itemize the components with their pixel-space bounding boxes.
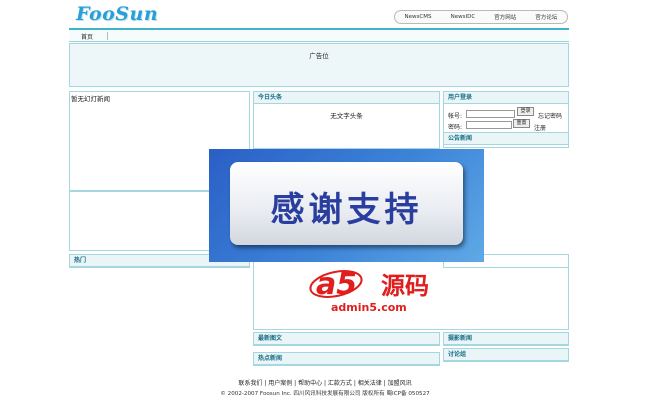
nav-home-link[interactable]: 首页 xyxy=(81,32,93,41)
forum-panel: 讨论组 xyxy=(443,348,569,362)
pic-news-title: 最新图文 xyxy=(254,333,439,345)
thanks-banner-text: 感谢支持 xyxy=(270,190,423,230)
login-title: 用户登录 xyxy=(444,92,568,104)
top-links: NewsCMS NewsIDC 官方网站 官方论坛 xyxy=(394,10,568,24)
account-input[interactable] xyxy=(466,110,515,118)
thanks-banner-plate: 感谢支持 xyxy=(230,162,463,245)
password-label: 密码: xyxy=(448,124,463,131)
forgot-password-link[interactable]: 忘记密码 xyxy=(538,111,562,120)
hot-news-title: 热点新闻 xyxy=(254,353,439,365)
reset-button[interactable]: 重置 xyxy=(513,119,530,128)
top-link-official-site[interactable]: 官方网站 xyxy=(490,13,520,21)
login-button[interactable]: 登录 xyxy=(517,107,534,116)
thanks-banner: 感谢支持 xyxy=(209,149,484,262)
a5-watermark-logo: a5 源码 admin5.com xyxy=(305,262,445,316)
footer-links[interactable]: 联系我们 | 用户案例 | 帮助中心 | 汇款方式 | 相关法律 | 加盟风讯 xyxy=(0,378,650,387)
a5-logo-cn: 源码 xyxy=(381,272,429,300)
forum-title: 讨论组 xyxy=(444,349,568,361)
slide-news-empty: 暂无幻灯新闻 xyxy=(71,95,110,103)
register-link[interactable]: 注册 xyxy=(534,123,546,132)
photo-news-panel: 摄影新闻 xyxy=(443,332,569,346)
nav-divider xyxy=(107,32,108,40)
foosun-logo[interactable]: FooSun xyxy=(76,3,158,25)
password-input[interactable] xyxy=(466,121,512,129)
a5-logo-url: admin5.com xyxy=(331,301,407,314)
notice-title: 公告新闻 xyxy=(444,132,568,145)
headline-title: 今日头条 xyxy=(254,92,439,104)
top-link-newsidc[interactable]: NewsIDC xyxy=(447,14,480,20)
ad-banner[interactable]: 广告位 xyxy=(69,43,569,87)
nav-bar: 首页 xyxy=(69,28,569,42)
hot-news-panel: 热点新闻 xyxy=(253,352,440,366)
login-panel: 用户登录 帐号: 登录 忘记密码 密码: 重置 注册 公告新闻 xyxy=(443,91,569,148)
footer-copyright: © 2002-2007 Foosun Inc. 四川风讯科技发展有限公司 版权所… xyxy=(220,391,430,397)
headline-panel: 今日头条 无文字头条 xyxy=(253,91,440,149)
photo-news-title: 摄影新闻 xyxy=(444,333,568,345)
top-link-newscms[interactable]: NewsCMS xyxy=(401,14,436,20)
account-label: 帐号: xyxy=(448,113,463,120)
headline-empty: 无文字头条 xyxy=(330,112,363,120)
top-link-official-forum[interactable]: 官方论坛 xyxy=(531,13,561,21)
a5-logo-icon: a5 xyxy=(309,267,363,300)
svg-text:a5: a5 xyxy=(316,267,357,300)
pic-news-panel: 最新图文 xyxy=(253,332,440,346)
ad-label: 广告位 xyxy=(309,52,329,60)
